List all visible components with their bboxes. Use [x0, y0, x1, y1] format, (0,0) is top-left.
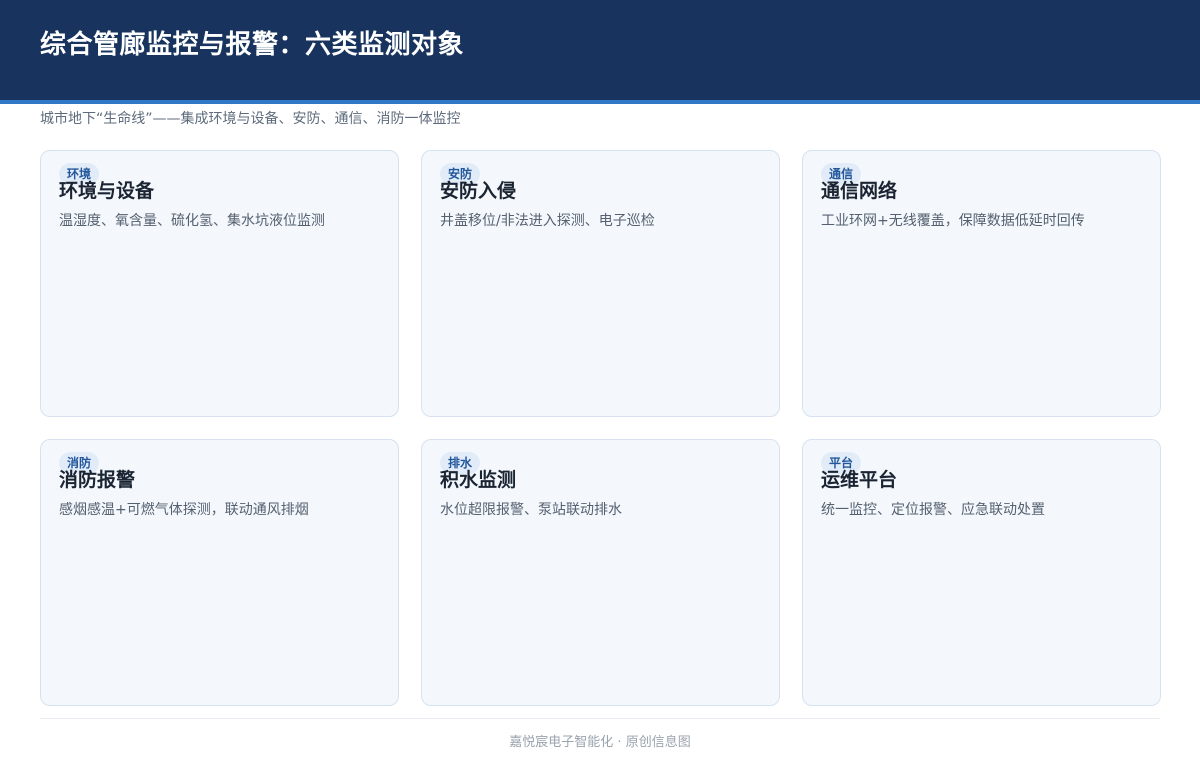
- footer-divider: [40, 718, 1160, 719]
- card-environment: 环境 环境与设备 温湿度、氧含量、硫化氢、集水坑液位监测: [40, 150, 399, 417]
- monitoring-card-grid: 环境 环境与设备 温湿度、氧含量、硫化氢、集水坑液位监测 安防 安防入侵 井盖移…: [40, 150, 1161, 706]
- header-accent-stripe: [0, 100, 1200, 104]
- header-bar: 综合管廊监控与报警：六类监测对象: [0, 0, 1200, 100]
- card-security: 安防 安防入侵 井盖移位/非法进入探测、电子巡检: [421, 150, 780, 417]
- card-title: 通信网络: [821, 180, 898, 202]
- card-title: 消防报警: [59, 469, 136, 491]
- card-drainage: 排水 积水监测 水位超限报警、泵站联动排水: [421, 439, 780, 706]
- card-communication: 通信 通信网络 工业环网+无线覆盖，保障数据低延时回传: [802, 150, 1161, 417]
- card-description: 水位超限报警、泵站联动排水: [440, 502, 622, 518]
- card-title: 安防入侵: [440, 180, 517, 202]
- card-title: 运维平台: [821, 469, 898, 491]
- card-description: 井盖移位/非法进入探测、电子巡检: [440, 213, 655, 229]
- page-subtitle: 城市地下“生命线”——集成环境与设备、安防、通信、消防一体监控: [40, 111, 461, 127]
- card-platform: 平台 运维平台 统一监控、定位报警、应急联动处置: [802, 439, 1161, 706]
- card-title: 环境与设备: [59, 180, 155, 202]
- page-title: 综合管廊监控与报警：六类监测对象: [40, 30, 465, 60]
- footer-credit: 嘉悦宸电子智能化 · 原创信息图: [509, 735, 691, 750]
- card-description: 工业环网+无线覆盖，保障数据低延时回传: [821, 213, 1085, 229]
- card-title: 积水监测: [440, 469, 517, 491]
- card-fire-protection: 消防 消防报警 感烟感温+可燃气体探测，联动通风排烟: [40, 439, 399, 706]
- card-description: 感烟感温+可燃气体探测，联动通风排烟: [59, 502, 309, 518]
- card-description: 温湿度、氧含量、硫化氢、集水坑液位监测: [59, 213, 325, 229]
- card-description: 统一监控、定位报警、应急联动处置: [821, 502, 1045, 518]
